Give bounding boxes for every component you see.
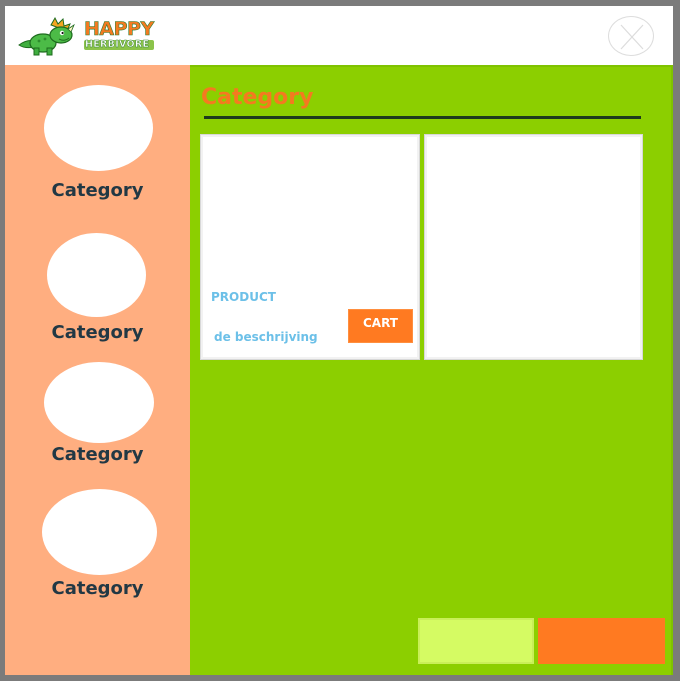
sidebar-category-label: Category [51, 444, 144, 465]
brand-name-line1: HAPPY [84, 18, 155, 40]
product-description: de beschrijving [214, 330, 318, 344]
product-name: PRODUCT [211, 290, 276, 304]
product-card[interactable]: PRODUCT de beschrijving CART [201, 135, 419, 359]
sidebar-category-2[interactable]: Category [5, 225, 190, 355]
secondary-button[interactable] [418, 618, 534, 664]
brand-name-line2: HERBIVORE [84, 40, 154, 50]
page-title: Category [201, 85, 314, 110]
category-image-placeholder [44, 85, 153, 171]
dinosaur-logo-icon [18, 16, 75, 56]
sidebar-category-label: Category [51, 322, 144, 343]
sidebar-category-label: Category [51, 578, 144, 599]
sidebar-category-4[interactable]: Category [5, 485, 190, 615]
app-frame: HAPPY HERBIVORE Category Category Catego… [5, 6, 673, 675]
sidebar-category-3[interactable]: Category [5, 355, 190, 480]
add-to-cart-button[interactable]: CART [348, 309, 413, 343]
brand-logo-text: HAPPY HERBIVORE [84, 18, 155, 50]
category-image-placeholder [44, 362, 154, 443]
close-button[interactable] [608, 16, 654, 56]
category-image-placeholder [47, 233, 146, 317]
product-card-empty[interactable] [425, 135, 642, 359]
primary-button[interactable] [538, 618, 665, 664]
category-image-placeholder [42, 489, 157, 575]
header: HAPPY HERBIVORE [5, 6, 673, 65]
sidebar-category-label: Category [51, 180, 144, 201]
title-divider [204, 116, 641, 119]
main-content: Category PRODUCT de beschrijving CART [190, 65, 673, 675]
close-icon [620, 24, 644, 50]
sidebar-category-1[interactable]: Category [5, 65, 190, 215]
category-sidebar: Category Category Category Category [5, 65, 190, 675]
